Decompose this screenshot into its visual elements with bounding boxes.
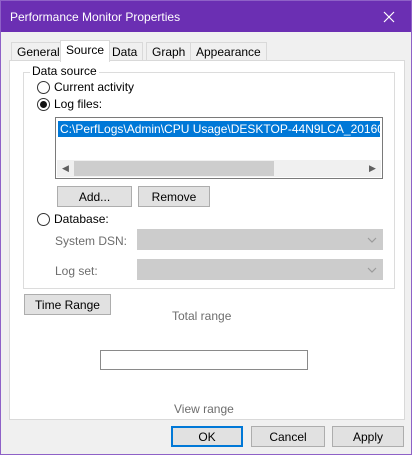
title-bar: Performance Monitor Properties [1, 1, 411, 32]
scroll-right-icon[interactable]: ▶ [364, 160, 381, 177]
add-button[interactable]: Add... [57, 186, 132, 207]
system-dsn-label: System DSN: [55, 234, 128, 248]
ok-button[interactable]: OK [171, 426, 243, 447]
system-dsn-combo [137, 229, 383, 250]
current-activity-radio[interactable]: Current activity [37, 80, 134, 94]
log-files-radio[interactable]: Log files: [37, 97, 102, 111]
data-source-group-label: Data source [30, 64, 99, 78]
window-title: Performance Monitor Properties [10, 10, 181, 24]
tab-appearance[interactable]: Appearance [190, 42, 267, 61]
scrollbar-thumb[interactable] [74, 161, 274, 176]
log-files-list[interactable]: C:\PerfLogs\Admin\CPU Usage\DESKTOP-44N9… [55, 117, 383, 179]
log-files-label: Log files: [54, 97, 103, 111]
time-range-button[interactable]: Time Range [24, 294, 111, 315]
current-activity-label: Current activity [54, 80, 135, 94]
horizontal-scrollbar[interactable]: ◀ ▶ [57, 160, 381, 177]
time-range-slider[interactable] [100, 350, 308, 370]
radio-circle [37, 80, 50, 94]
log-set-label: Log set: [55, 264, 98, 278]
tab-data-label: Data [112, 45, 138, 59]
close-icon [383, 11, 395, 22]
radio-circle [37, 212, 50, 226]
view-range-label: View range [174, 402, 234, 416]
total-range-label: Total range [172, 309, 232, 323]
ok-button-label: OK [198, 429, 216, 444]
cancel-button-label: Cancel [269, 429, 307, 444]
database-label: Database: [54, 212, 109, 226]
tab-data[interactable]: Data [106, 42, 144, 61]
apply-button-label: Apply [352, 429, 384, 444]
database-radio[interactable]: Database: [37, 212, 109, 226]
tab-strip: General Source Data Graph Appearance [9, 40, 409, 62]
tab-general-label: General [17, 45, 60, 59]
chevron-down-icon [367, 237, 377, 243]
close-button[interactable] [367, 1, 411, 32]
apply-button[interactable]: Apply [332, 426, 404, 447]
chevron-down-icon [367, 267, 377, 273]
scroll-left-icon[interactable]: ◀ [57, 160, 74, 177]
log-set-combo [137, 259, 383, 280]
tab-graph[interactable]: Graph [146, 42, 192, 61]
remove-button-label: Remove [151, 189, 197, 204]
tab-general[interactable]: General [11, 42, 66, 61]
time-range-button-label: Time Range [35, 297, 100, 312]
tab-source-label: Source [66, 43, 105, 57]
cancel-button[interactable]: Cancel [251, 426, 325, 447]
list-item[interactable]: C:\PerfLogs\Admin\CPU Usage\DESKTOP-44N9… [58, 121, 380, 137]
radio-circle-checked [37, 97, 50, 111]
remove-button[interactable]: Remove [138, 186, 210, 207]
add-button-label: Add... [78, 189, 111, 204]
tab-source[interactable]: Source [60, 40, 111, 62]
tab-appearance-label: Appearance [196, 45, 261, 59]
properties-dialog: Performance Monitor Properties General S… [0, 0, 412, 455]
tab-graph-label: Graph [152, 45, 186, 59]
